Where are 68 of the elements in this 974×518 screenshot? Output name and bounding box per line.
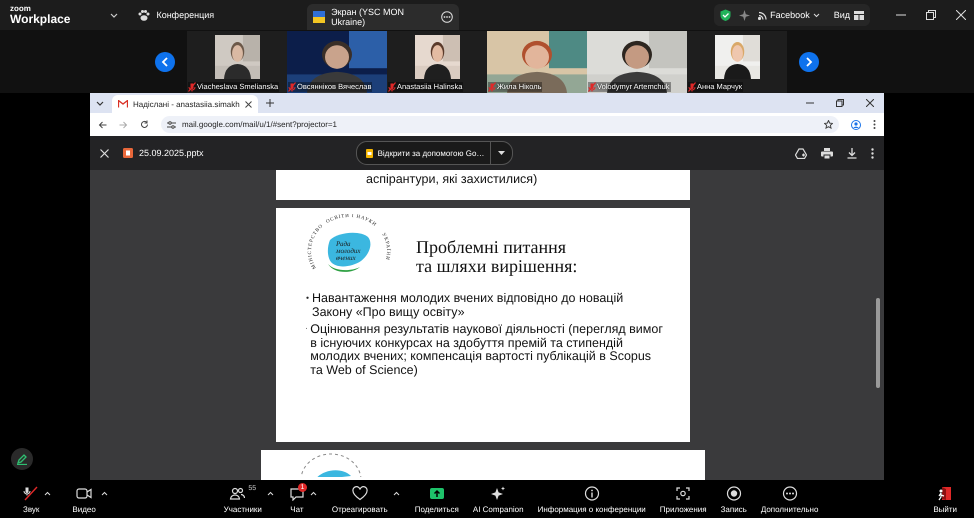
- signal-icon: [758, 10, 768, 20]
- toolbar-button[interactable]: Поделиться: [410, 484, 464, 514]
- logo-swoosh-icon: [328, 264, 360, 272]
- toolbar-button[interactable]: AI Companion: [468, 484, 529, 514]
- more-icon[interactable]: [441, 11, 454, 23]
- site-settings-icon[interactable]: [167, 120, 176, 128]
- paw-icon: [138, 10, 150, 20]
- toolbar-button[interactable]: Видео: [67, 484, 101, 514]
- back-icon[interactable]: [98, 120, 107, 128]
- restore-icon[interactable]: [926, 10, 936, 20]
- share-tab[interactable]: Экран (YSC MON Ukraine): [307, 4, 460, 30]
- grid-icon: [854, 10, 864, 20]
- toolbar-button[interactable]: Приложения: [654, 484, 712, 514]
- toolbar-button[interactable]: Звук: [18, 484, 44, 514]
- tab-title: Надіслані - anastasiia.simakh: [133, 100, 240, 108]
- logo-text: zoom: [10, 5, 32, 13]
- slide-title: Проблемні питання та шляхи вирішення:: [416, 236, 578, 276]
- sparkle-icon[interactable]: [739, 10, 750, 20]
- more-icon[interactable]: [871, 148, 874, 158]
- restore-icon[interactable]: [836, 99, 844, 107]
- bullet-text: Оцінювання результатів наукової діяльності (перегляд вимог в існуючих конкурсах на здобуття премій та стипендій молодих вчених; компенсація вартості публікацій в Scopus та Web of Science): [310, 323, 664, 377]
- logo-text: Workplace: [10, 13, 70, 25]
- next-button[interactable]: [799, 52, 819, 72]
- share-tab-title: Экран (YSC MON Ukraine): [331, 7, 406, 27]
- toolbar-button[interactable]: Запись: [716, 484, 752, 514]
- toolbar-button[interactable]: Выйти: [928, 484, 962, 514]
- caret-icon[interactable]: [44, 490, 52, 496]
- slides-icon: [366, 148, 373, 158]
- print-icon[interactable]: [821, 148, 833, 158]
- pencil-icon: [16, 453, 28, 465]
- close-icon[interactable]: [244, 100, 252, 108]
- meeting-menu[interactable]: Конференция: [156, 10, 214, 20]
- slide-text: аспірантури, які захистилися): [366, 172, 538, 186]
- logo-blob-icon: [328, 232, 370, 266]
- caret-icon[interactable]: [266, 490, 274, 496]
- add-to-drive-icon[interactable]: [795, 148, 807, 158]
- toolbar-button[interactable]: Информация о конференции: [532, 484, 651, 514]
- star-icon[interactable]: [824, 120, 833, 129]
- browser-tab[interactable]: Надіслані - anastasiia.simakh: [112, 95, 258, 113]
- caret-icon[interactable]: [310, 490, 317, 496]
- scrollbar-thumb[interactable]: [876, 298, 880, 388]
- chevron-down-icon: [812, 12, 820, 18]
- flag-icon: [313, 11, 326, 23]
- menu-icon[interactable]: [873, 120, 876, 129]
- plus-icon[interactable]: [266, 99, 274, 107]
- profile-icon[interactable]: [851, 120, 861, 130]
- shield-check-icon: [720, 9, 732, 21]
- mail-icon: [118, 100, 128, 108]
- reload-icon[interactable]: [140, 120, 149, 129]
- toolbar-button[interactable]: Дополнительно: [756, 484, 824, 514]
- account-menu[interactable]: Facebook: [758, 10, 820, 20]
- toolbar-button[interactable]: Отреагировать: [326, 484, 393, 514]
- caret-icon[interactable]: [498, 151, 506, 155]
- caret-icon[interactable]: [392, 490, 400, 496]
- chevron-down-icon[interactable]: [96, 100, 104, 106]
- bullet-text: Навантаження молодих вчених відповідно до новацій Закону «Про вищу освіту»: [312, 292, 624, 319]
- file-name: 25.09.2025.pptx: [139, 148, 204, 158]
- url-text: mail.google.com/mail/u/1/#sent?projector=1: [182, 120, 338, 129]
- chevron-right-icon: [805, 56, 813, 66]
- annotate-button[interactable]: [11, 448, 33, 470]
- chevron-left-icon: [161, 56, 169, 66]
- view-button[interactable]: Вид: [834, 10, 864, 20]
- slides-file-icon: [123, 148, 133, 158]
- close-icon[interactable]: [866, 99, 874, 107]
- previous-button[interactable]: [155, 52, 175, 72]
- caret-icon[interactable]: [100, 490, 108, 496]
- download-icon[interactable]: [847, 148, 857, 158]
- address-bar[interactable]: mail.google.com/mail/u/1/#sent?projector=1: [161, 116, 839, 133]
